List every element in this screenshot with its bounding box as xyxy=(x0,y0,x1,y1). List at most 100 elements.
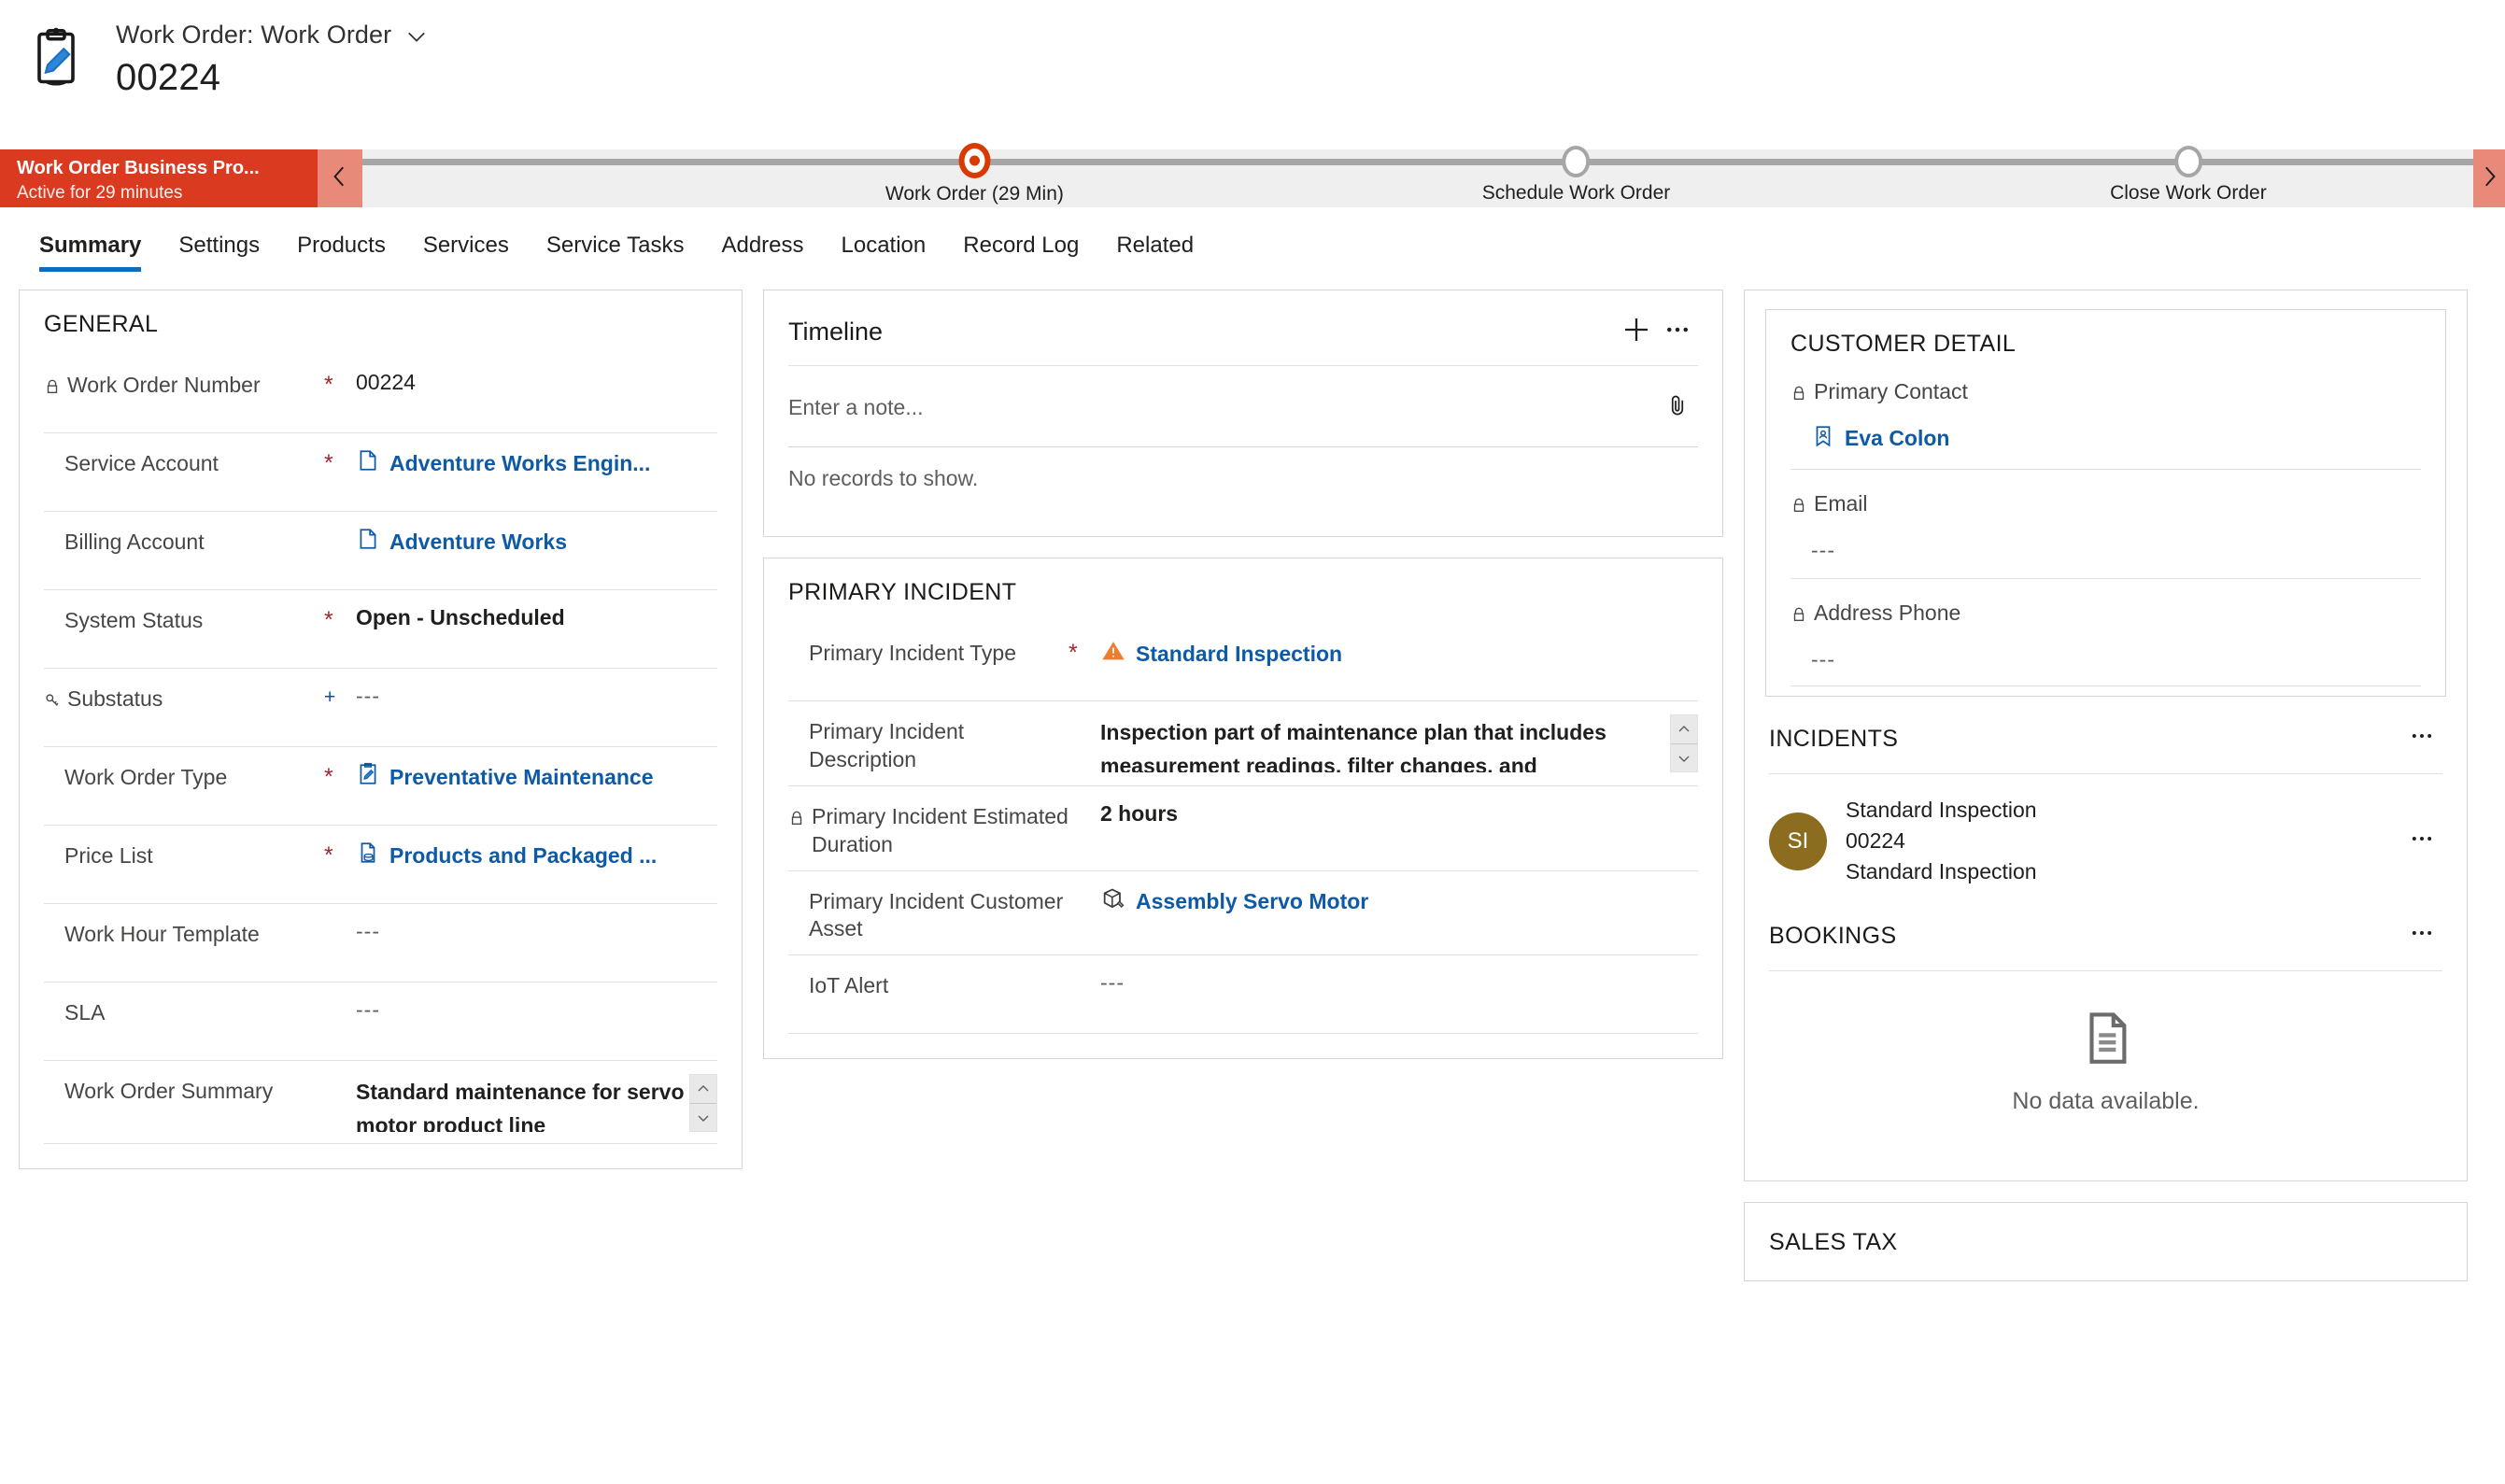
field-value: Inspection part of maintenance plan that… xyxy=(1100,720,1606,772)
field-label: Work Order Number xyxy=(44,368,324,403)
chevron-up-icon[interactable] xyxy=(690,1075,716,1103)
tab-summary[interactable]: Summary xyxy=(21,233,160,272)
field-value[interactable]: Standard Inspection xyxy=(1100,636,1698,670)
billing-account-link[interactable]: Adventure Works xyxy=(389,530,567,555)
required-marker xyxy=(1069,968,1100,974)
timeline-add-button[interactable] xyxy=(1616,311,1657,352)
breadcrumb-label: Work Order: Work Order xyxy=(116,21,392,49)
column-general: GENERAL Work Order Number * 00224 Servic… xyxy=(19,290,743,1169)
field-value[interactable]: Adventure Works xyxy=(356,525,717,557)
tab-settings[interactable]: Settings xyxy=(160,233,278,272)
form-tab-bar: Summary Settings Products Services Servi… xyxy=(0,207,2505,273)
bpf-stage-banner[interactable]: Work Order Business Pro... Active for 29… xyxy=(0,149,318,207)
bpf-process-name: Work Order Business Pro... xyxy=(17,158,260,178)
avatar: SI xyxy=(1769,812,1827,870)
field-value[interactable]: Open - Unscheduled xyxy=(356,603,717,630)
lock-icon xyxy=(788,806,805,834)
bpf-stage-close-work-order[interactable]: Close Work Order xyxy=(2110,146,2267,205)
bpf-previous-stage-button[interactable] xyxy=(318,149,362,207)
tab-location[interactable]: Location xyxy=(823,233,945,272)
timeline-note-composer[interactable]: Enter a note... xyxy=(788,366,1698,447)
bookings-more-commands-button[interactable] xyxy=(2401,916,2442,957)
field-value[interactable]: --- xyxy=(1790,645,2421,672)
field-value[interactable]: --- xyxy=(356,682,717,709)
warning-triangle-icon xyxy=(1100,638,1126,670)
bpf-stage-work-order[interactable]: Work Order (29 Min) xyxy=(885,143,1064,205)
field-value[interactable]: Eva Colon xyxy=(1790,422,2421,454)
sales-tax-title: SALES TAX xyxy=(1769,1228,1898,1255)
tab-record-log[interactable]: Record Log xyxy=(944,233,1097,272)
tab-products[interactable]: Products xyxy=(278,233,404,272)
field-value[interactable]: --- xyxy=(356,996,717,1023)
note-input[interactable]: Enter a note... xyxy=(788,395,1657,420)
field-value[interactable]: Assembly Servo Motor xyxy=(1100,884,1698,918)
general-card: GENERAL Work Order Number * 00224 Servic… xyxy=(19,290,743,1169)
chevron-down-icon[interactable] xyxy=(1671,743,1697,771)
lock-icon xyxy=(1790,381,1807,409)
chevron-down-icon[interactable] xyxy=(406,25,427,46)
required-marker: * xyxy=(1069,640,1078,666)
tab-service-tasks[interactable]: Service Tasks xyxy=(528,233,703,272)
incident-name: Standard Inspection xyxy=(1846,797,2037,822)
incidents-title: INCIDENTS xyxy=(1769,726,1899,753)
field-label: Substatus xyxy=(44,682,324,716)
tab-services[interactable]: Services xyxy=(404,233,528,272)
chevron-down-icon[interactable] xyxy=(690,1103,716,1131)
field-label: Work Order Summary xyxy=(64,1079,274,1103)
incident-text-block: Standard Inspection 00224 Standard Inspe… xyxy=(1846,795,2383,888)
work-order-type-link[interactable]: Preventative Maintenance xyxy=(389,765,654,790)
timeline-more-commands-button[interactable] xyxy=(1657,311,1698,352)
field-value[interactable]: Adventure Works Engin... xyxy=(356,446,717,478)
note-attach-button[interactable] xyxy=(1657,387,1698,428)
plus-icon xyxy=(1621,315,1651,349)
breadcrumb[interactable]: Work Order: Work Order xyxy=(116,21,427,49)
primary-contact-link[interactable]: Eva Colon xyxy=(1845,426,1949,451)
field-primary-incident-type: Primary Incident Type * Standard Inspect… xyxy=(788,623,1698,701)
primary-incident-description-textarea[interactable]: Inspection part of maintenance plan that… xyxy=(1100,714,1698,772)
field-value[interactable]: --- xyxy=(1790,536,2421,563)
ellipsis-icon xyxy=(2409,920,2435,953)
field-value: Standard maintenance for servo motor pro… xyxy=(356,1080,685,1132)
timeline-header: Timeline xyxy=(764,290,1722,352)
bpf-next-stage-button[interactable] xyxy=(2473,149,2505,207)
lock-icon xyxy=(1790,493,1807,521)
optional-marker: + xyxy=(324,686,336,708)
side-panel-card: CUSTOMER DETAIL Primary Contact Eva Colo… xyxy=(1744,290,2468,1181)
bpf-active-duration: Active for 29 minutes xyxy=(17,183,183,203)
bpf-stage-schedule-work-order[interactable]: Schedule Work Order xyxy=(1482,146,1670,205)
field-value[interactable]: Preventative Maintenance xyxy=(356,760,717,792)
required-marker xyxy=(324,525,356,530)
clipboard-pen-icon xyxy=(356,762,380,792)
field-value[interactable]: 00224 xyxy=(356,368,717,395)
service-account-link[interactable]: Adventure Works Engin... xyxy=(389,451,650,476)
header-text-group: Work Order: Work Order 00224 xyxy=(116,17,427,99)
incident-row-more-button[interactable] xyxy=(2401,821,2442,862)
price-list-link[interactable]: Products and Packaged ... xyxy=(389,843,657,869)
asset-box-icon xyxy=(1100,886,1126,918)
primary-incident-type-link[interactable]: Standard Inspection xyxy=(1136,642,1342,667)
tab-address[interactable]: Address xyxy=(702,233,822,272)
field-label: Primary Incident Estimated Duration xyxy=(788,799,1069,859)
field-value[interactable]: Products and Packaged ... xyxy=(356,839,717,870)
bpf-stage-node-active xyxy=(958,143,991,178)
required-marker xyxy=(1069,884,1100,890)
bookings-header: BOOKINGS xyxy=(1769,916,2442,957)
incidents-header: INCIDENTS xyxy=(1769,719,2442,760)
customer-asset-link[interactable]: Assembly Servo Motor xyxy=(1136,889,1368,914)
field-value[interactable]: --- xyxy=(356,917,717,944)
textarea-scroll-spinner[interactable] xyxy=(689,1074,717,1132)
field-label: Service Account xyxy=(64,451,219,475)
field-label: Primary Incident Description xyxy=(809,719,965,771)
required-marker xyxy=(324,917,356,923)
textarea-scroll-spinner[interactable] xyxy=(1670,714,1698,772)
incidents-more-commands-button[interactable] xyxy=(2401,719,2442,760)
tab-related[interactable]: Related xyxy=(1097,233,1212,272)
list-item[interactable]: SI Standard Inspection 00224 Standard In… xyxy=(1769,774,2442,897)
chevron-up-icon[interactable] xyxy=(1671,715,1697,743)
field-substatus: Substatus + --- xyxy=(44,669,717,747)
field-label: Work Order Type xyxy=(64,765,228,789)
work-order-summary-textarea[interactable]: Standard maintenance for servo motor pro… xyxy=(356,1074,717,1132)
required-marker: * xyxy=(324,607,333,633)
field-value[interactable]: --- xyxy=(1100,968,1698,996)
field-primary-incident-description: Primary Incident Description Inspection … xyxy=(788,701,1698,786)
